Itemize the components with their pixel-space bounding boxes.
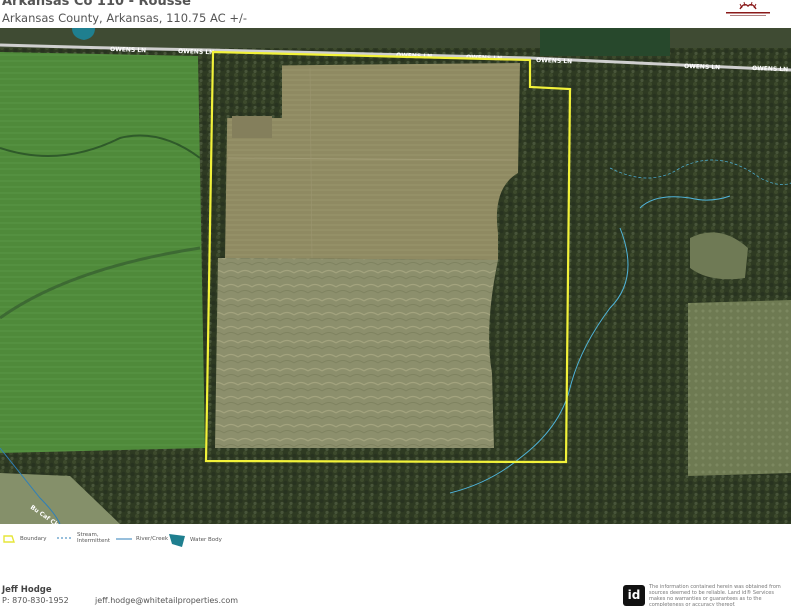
road-label: OWENS LN — [110, 46, 146, 54]
legend-label: Water Body — [190, 537, 222, 543]
map-header: Arkansas Co 110 - Rousse Arkansas County… — [0, 0, 791, 28]
agent-phone[interactable]: P: 870-830-1952 — [2, 596, 69, 605]
map-title: Arkansas Co 110 - Rousse — [2, 0, 191, 9]
legend-item-river: River/Creek — [116, 534, 168, 544]
map-subtitle: Arkansas County, Arkansas, 110.75 AC +/- — [2, 11, 247, 25]
disclaimer-text: The information contained herein was obt… — [649, 584, 781, 606]
river-icon — [116, 538, 132, 540]
agent-email[interactable]: jeff.hodge@whitetailproperties.com — [95, 596, 238, 605]
legend-label: Boundary — [20, 536, 47, 542]
aerial-map-canvas: OWENS LN OWENS LN OWENS LN OWENS LN OWEN… — [0, 28, 791, 524]
legend-label: River/Creek — [136, 536, 169, 542]
water-body-icon — [169, 534, 185, 547]
land-id-logo-icon: id — [623, 585, 645, 606]
stream-icon — [57, 537, 73, 539]
agent-name: Jeff Hodge — [2, 585, 52, 595]
road-label: OWENS LN — [752, 65, 788, 73]
road-label: OWENS LN — [684, 63, 720, 71]
road-label: OWENS LN — [536, 57, 572, 65]
map-legend: Boundary Stream, Intermittent River/Cree… — [0, 530, 791, 552]
road-label: OWENS LN — [178, 48, 214, 56]
whitetail-properties-logo-icon — [726, 1, 770, 16]
legend-item-water-body: Water Body — [168, 532, 222, 548]
aerial-map[interactable]: OWENS LN OWENS LN OWENS LN OWENS LN OWEN… — [0, 28, 791, 524]
boundary-icon — [3, 535, 15, 543]
legend-item-boundary: Boundary — [2, 534, 47, 544]
